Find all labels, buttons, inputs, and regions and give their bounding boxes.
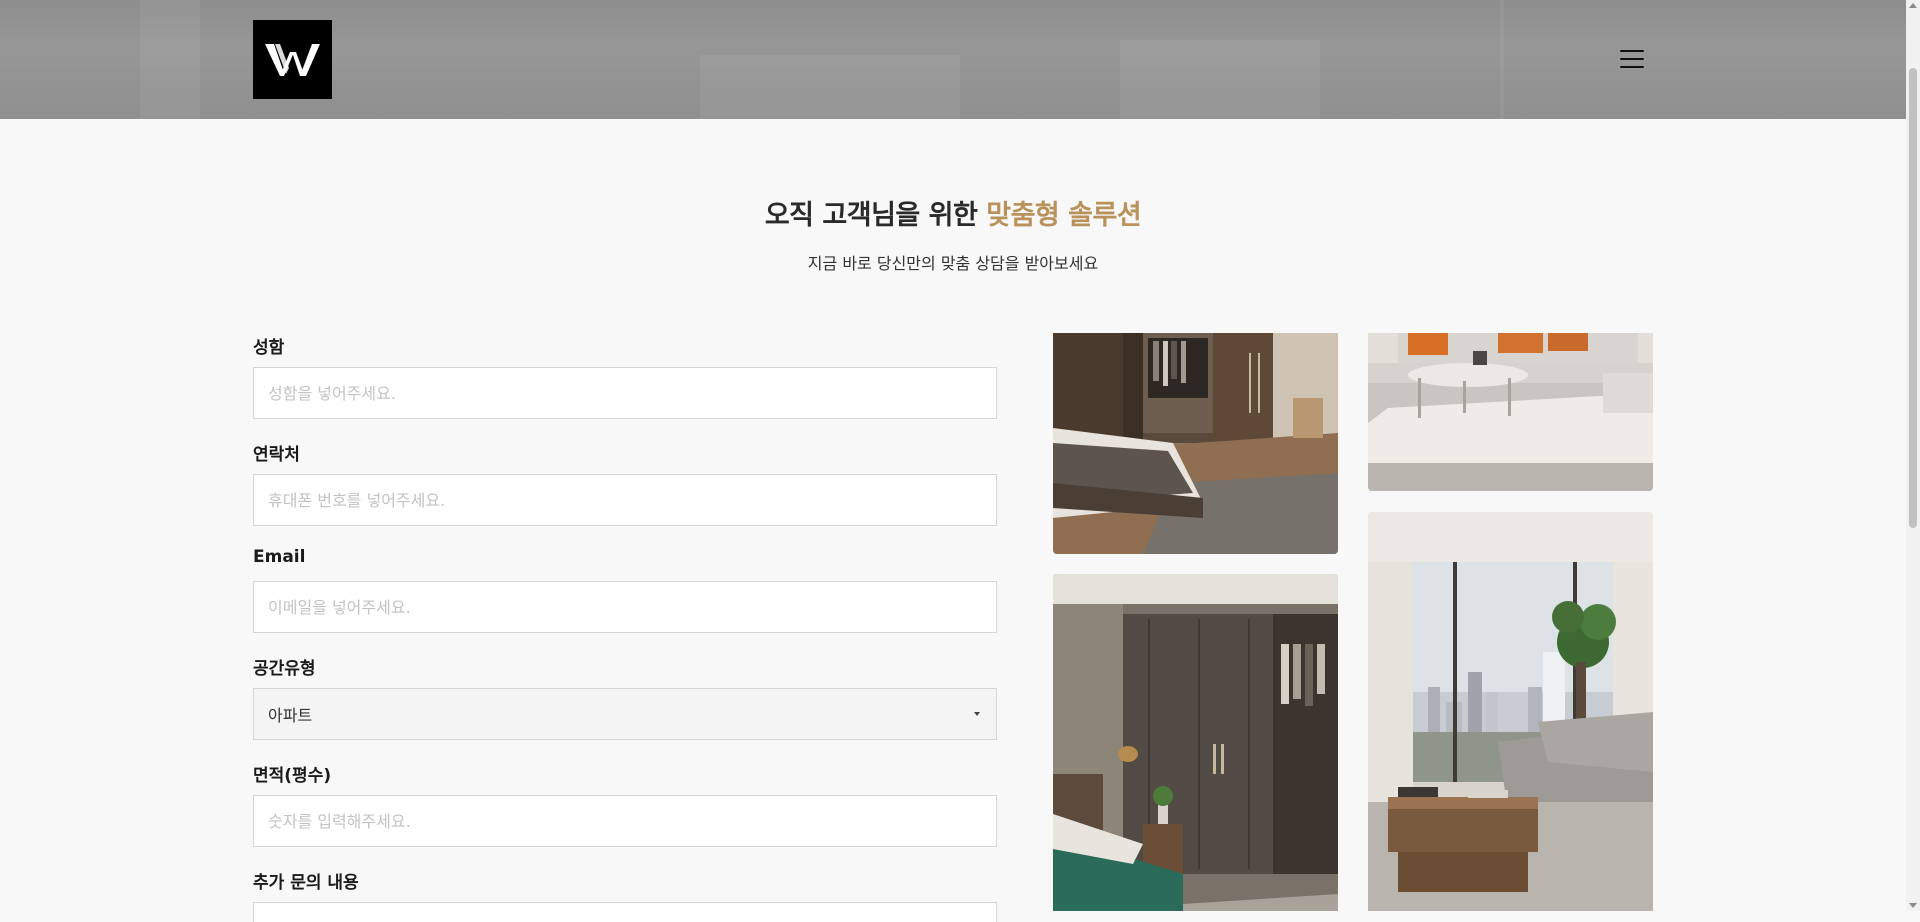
space-type-value: 아파트 [268,706,313,725]
name-input[interactable] [253,367,997,419]
living-room-photo [1368,333,1653,491]
title-prefix: 오직 고객님을 위한 [764,200,987,231]
title-accent: 맞춤형 솔루션 [986,200,1142,231]
scroll-down-arrow-icon[interactable] [1909,903,1917,908]
chevron-down-icon [974,712,980,716]
header-background-decoration [1500,0,1504,119]
gallery-image-bedroom [1053,333,1338,554]
space-type-label: 공간유형 [253,659,316,679]
inquiry-label: 추가 문의 내용 [253,873,359,893]
bedroom-photo [1053,333,1338,554]
header-background-decoration [700,55,960,119]
page-title: 오직 고객님을 위한 맞춤형 솔루션 [0,193,1906,232]
menu-bar [1620,66,1644,68]
gallery-image-closet-bedroom [1053,574,1338,911]
inquiry-textarea[interactable] [253,902,997,922]
vertical-scrollbar[interactable] [1906,0,1920,911]
w-logo-icon [264,43,320,76]
window-living-room-photo [1368,512,1653,911]
phone-input[interactable] [253,474,997,526]
hamburger-menu-icon[interactable] [1620,50,1644,68]
email-input[interactable] [253,581,997,633]
header-background-decoration [1120,40,1320,119]
consultation-form: 성함 연락처 Email 공간유형 아파트 면적(평수) 추가 문의 내용 [253,333,997,922]
closet-bedroom-photo [1053,574,1338,911]
name-label: 성함 [253,338,285,358]
area-label: 면적(평수) [253,766,332,786]
page-subtitle: 지금 바로 당신만의 맞춤 상담을 받아보세요 [807,254,1099,273]
phone-label: 연락처 [253,445,300,465]
site-header [0,0,1906,119]
menu-bar [1620,50,1644,52]
scroll-up-arrow-icon[interactable] [1909,3,1917,8]
brand-logo[interactable] [253,20,332,99]
gallery-image-window-living-room [1368,512,1653,911]
area-input[interactable] [253,795,997,847]
gallery-image-living-room [1368,333,1653,491]
scrollbar-thumb[interactable] [1909,68,1917,528]
header-background-decoration [140,0,200,119]
space-type-select[interactable]: 아파트 [253,688,997,740]
menu-bar [1620,58,1644,60]
email-label: Email [253,547,306,567]
